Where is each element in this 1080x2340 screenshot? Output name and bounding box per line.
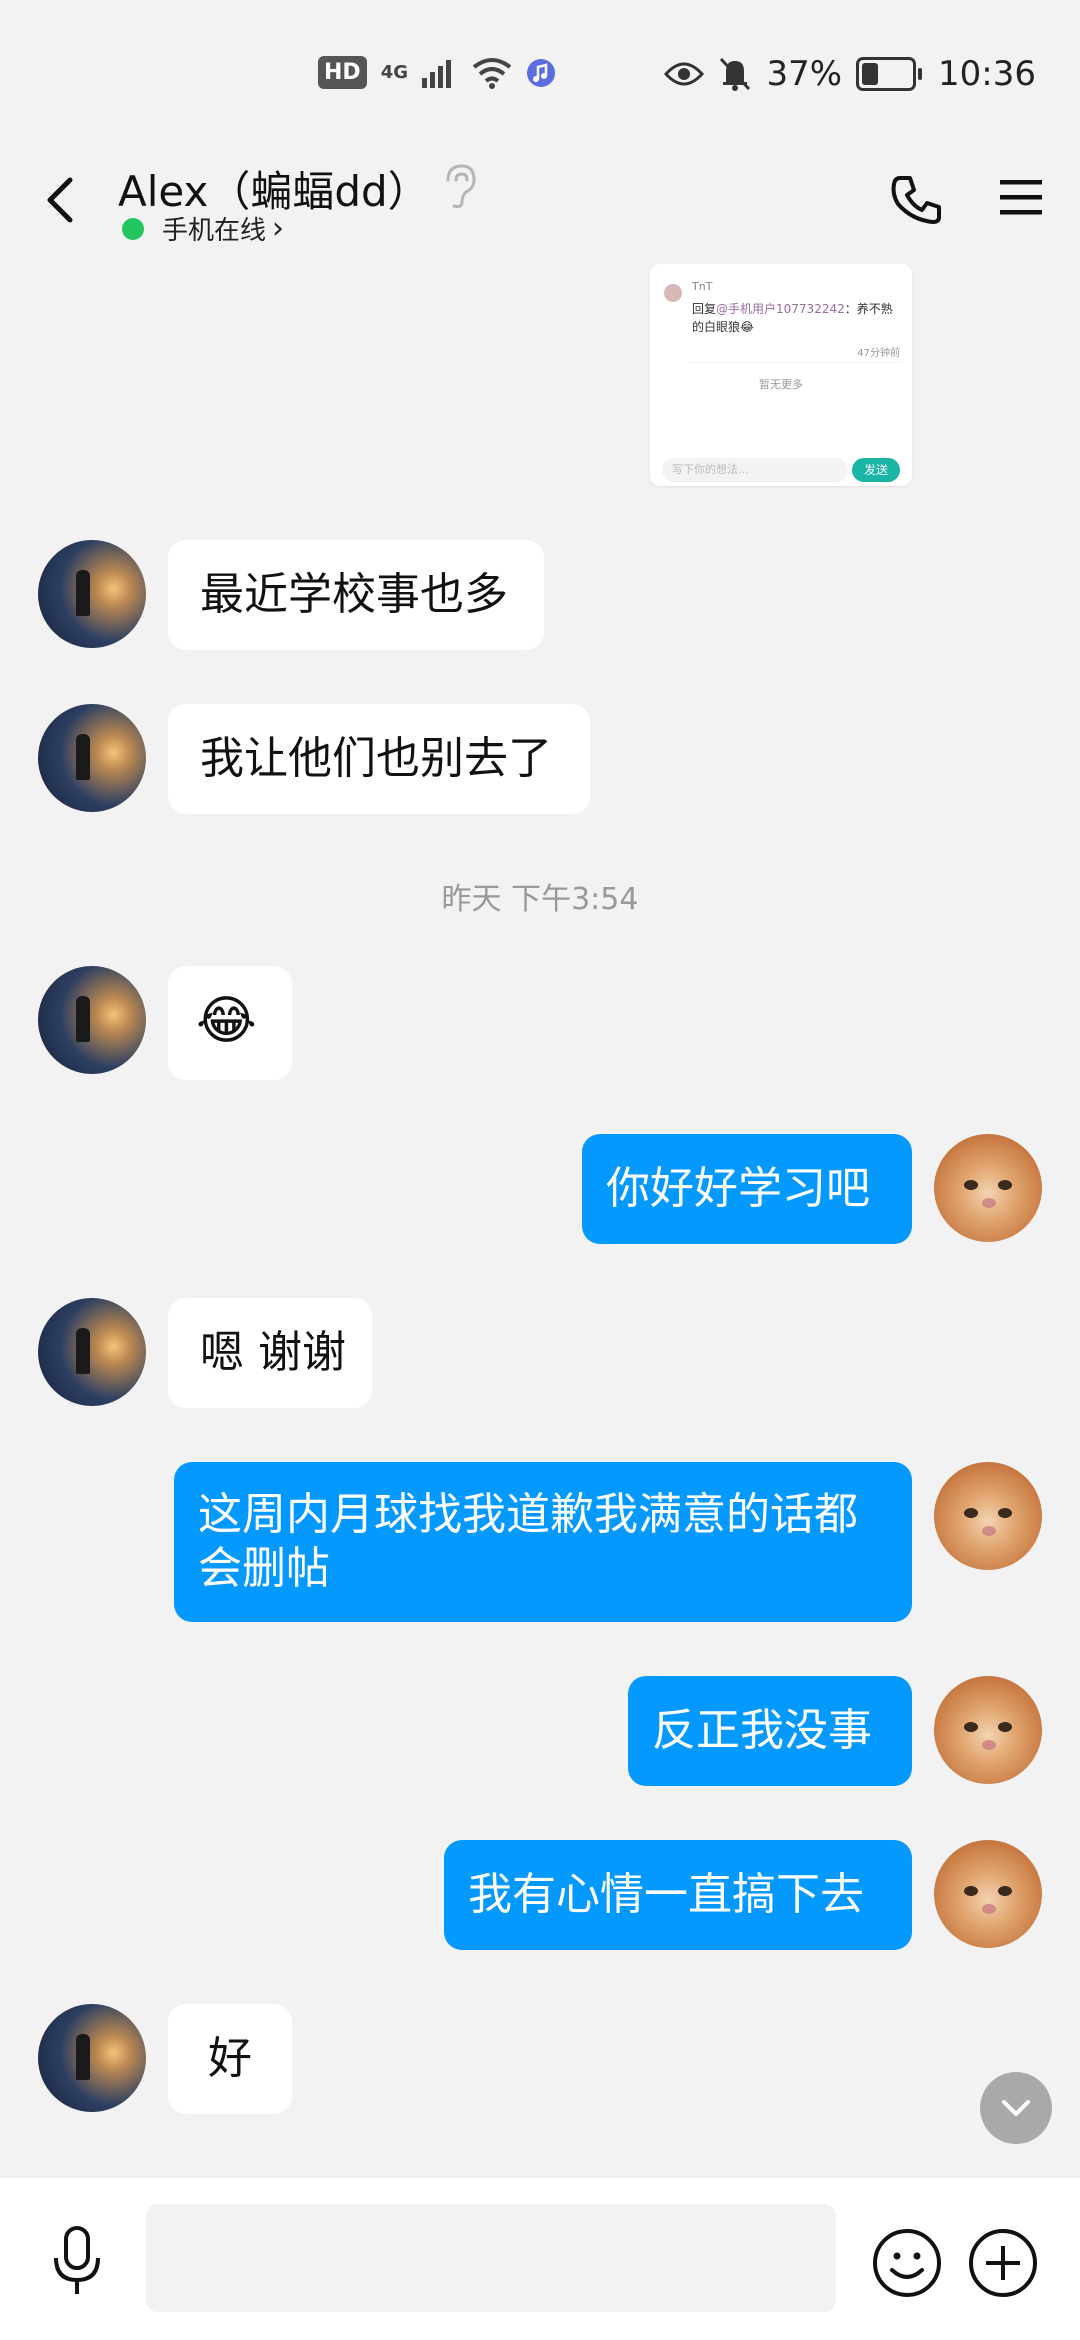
card-time: 47分钟前: [857, 348, 900, 359]
my-avatar[interactable]: [934, 1840, 1042, 1948]
signal-icon: [422, 59, 451, 88]
my-avatar[interactable]: [934, 1676, 1042, 1784]
battery-icon: [856, 57, 923, 91]
chevron-right-icon: ›: [272, 211, 285, 246]
card-avatar: [664, 284, 682, 302]
online-status[interactable]: 手机在线 ›: [122, 210, 284, 247]
card-input: 写下你的想法...: [662, 458, 848, 482]
contact-avatar[interactable]: [38, 1298, 146, 1406]
microphone-icon[interactable]: [42, 2222, 112, 2302]
message-bubble-outgoing[interactable]: 你好好学习吧: [582, 1134, 912, 1244]
phone-icon[interactable]: [886, 170, 946, 230]
online-dot: [122, 217, 144, 240]
card-author: TnT: [692, 280, 713, 293]
contact-avatar[interactable]: [38, 540, 146, 648]
card-send-button: 发送: [852, 458, 900, 482]
contact-avatar[interactable]: [38, 966, 146, 1074]
card-reply-user: @手机用户107732242: [716, 302, 845, 316]
eye-icon: [664, 62, 705, 86]
back-arrow-icon[interactable]: [30, 168, 94, 232]
menu-icon[interactable]: [996, 172, 1046, 222]
network-type: 4G: [380, 62, 408, 83]
message-bubble-outgoing[interactable]: 这周内月球找我道歉我满意的话都会删帖: [174, 1462, 912, 1622]
plus-icon[interactable]: [966, 2226, 1040, 2300]
mute-bell-icon: [720, 57, 751, 91]
emoji-icon[interactable]: [870, 2226, 944, 2300]
status-bar: HD 4G 37% 10:36: [0, 0, 1080, 150]
status-right: 37% 10:36: [664, 54, 1036, 94]
emoji-message[interactable]: 😂: [168, 966, 292, 1080]
ear-icon[interactable]: [440, 162, 480, 210]
card-reply-prefix: 回复: [692, 302, 717, 316]
hd-badge: HD: [318, 56, 367, 89]
my-avatar[interactable]: [934, 1462, 1042, 1570]
message-bubble-outgoing[interactable]: 我有心情一直搞下去: [444, 1840, 912, 1950]
message-bubble-incoming[interactable]: 嗯 谢谢: [168, 1298, 372, 1408]
my-avatar[interactable]: [934, 1134, 1042, 1242]
contact-avatar[interactable]: [38, 2004, 146, 2112]
chevron-down-icon: [1002, 2100, 1030, 2116]
battery-percent: 37%: [766, 54, 843, 94]
clock: 10:36: [938, 54, 1036, 94]
status-left: HD 4G: [318, 56, 556, 89]
contact-avatar[interactable]: [38, 704, 146, 812]
message-bubble-incoming[interactable]: 好: [168, 2004, 292, 2114]
card-reply: 回复@手机用户107732242：养不熟的白眼狼😂: [692, 300, 902, 336]
timestamp: 昨天 下午3:54: [441, 882, 639, 917]
card-no-more: 暂无更多: [759, 378, 803, 391]
input-bar: [0, 2178, 1080, 2340]
message-bubble-incoming[interactable]: 最近学校事也多: [168, 540, 544, 650]
wifi-icon: [472, 57, 512, 89]
message-bubble-outgoing[interactable]: 反正我没事: [628, 1676, 912, 1786]
chat-header: Alex（蝙蝠dd） 手机在线 ›: [0, 150, 1080, 260]
message-input[interactable]: [146, 2204, 836, 2312]
scroll-to-bottom-button[interactable]: [980, 2072, 1052, 2144]
message-bubble-incoming[interactable]: 我让他们也别去了: [168, 704, 590, 814]
online-status-label: 手机在线: [162, 216, 267, 246]
card-divider: [688, 362, 902, 363]
shared-screenshot[interactable]: TnT 回复@手机用户107732242：养不熟的白眼狼😂 47分钟前 暂无更多…: [650, 264, 912, 486]
music-app-icon: [527, 58, 555, 87]
